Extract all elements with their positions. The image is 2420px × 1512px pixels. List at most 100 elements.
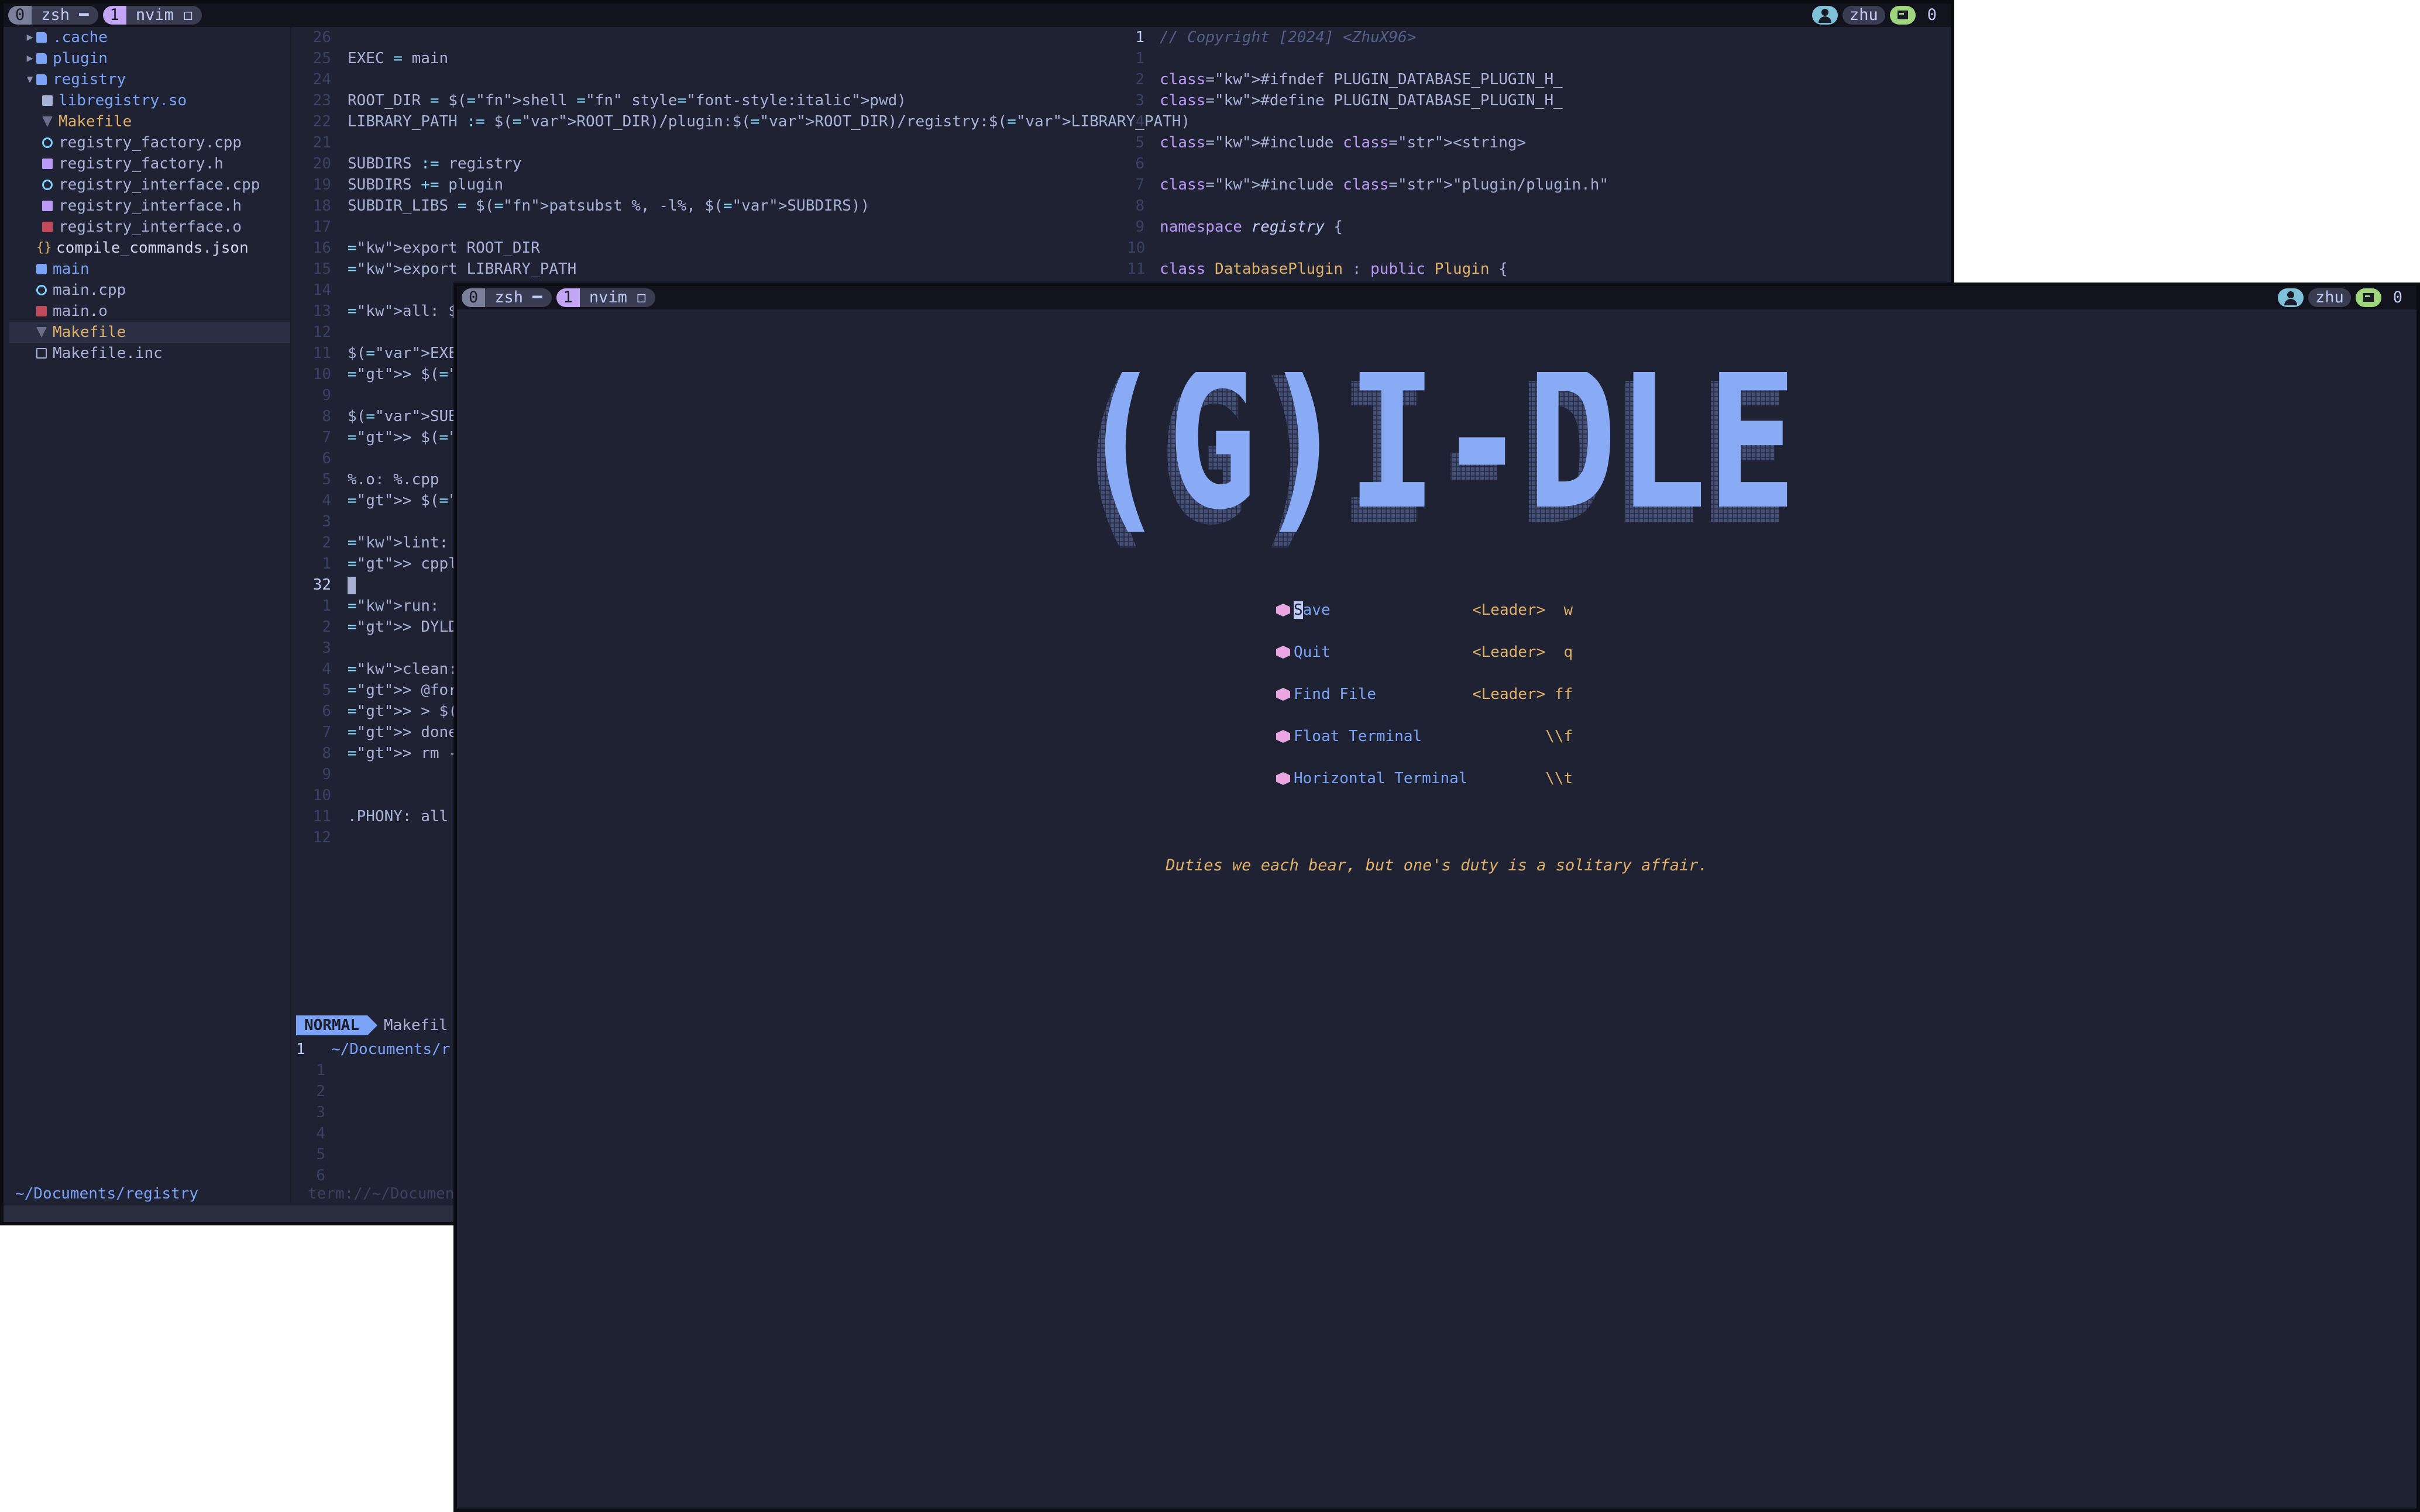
tree-item[interactable]: registry_interface.cpp	[9, 174, 290, 195]
line-number: 21	[312, 134, 331, 151]
file-cpp-icon	[36, 285, 47, 295]
tree-item-label: registry_interface.cpp	[59, 176, 260, 194]
line-number: 9	[1135, 218, 1144, 236]
front-terminal-window[interactable]: 0 zsh ━ 1 nvim ◻ zhu 0 (G)I-DLE (G)I-DLE…	[453, 283, 2420, 1512]
chevron-down-icon[interactable]: ▼	[23, 69, 36, 90]
line-number: 3	[316, 1104, 325, 1121]
file-cpp-icon	[42, 180, 53, 190]
embedded-terminal[interactable]: 1 ~/Documents/r 1 2 3 4 5 6	[296, 1039, 451, 1186]
dashboard-menu-item[interactable]: Quit <Leader> q	[1276, 642, 1573, 663]
chevron-right-icon[interactable]: ▶	[23, 48, 36, 69]
file-inc-icon	[36, 348, 47, 359]
line-number: 1	[296, 1041, 305, 1058]
tmux-window-tab-nvim[interactable]: 1 nvim ◻	[556, 288, 656, 307]
tree-item[interactable]: {} compile_commands.json	[9, 237, 290, 259]
text-cursor	[348, 576, 356, 594]
line-number: 11	[312, 345, 331, 362]
tree-item[interactable]: registry_factory.h	[9, 153, 290, 174]
dashboard-menu-item[interactable]: Horizontal Terminal \\t	[1276, 768, 1573, 789]
dashboard-menu-item[interactable]: Float Terminal \\f	[1276, 726, 1573, 747]
line-number: 5	[316, 1146, 325, 1163]
terminal-line: 2	[296, 1081, 451, 1102]
line-number: 2	[1135, 71, 1144, 88]
tmux-window-tab-zsh[interactable]: 0 zsh ━	[8, 6, 98, 25]
tree-item[interactable]: ▶ plugin	[9, 48, 290, 69]
tree-item[interactable]: Makefile	[9, 111, 290, 132]
line-number: 6	[322, 702, 331, 720]
tmux-window-tab-zsh[interactable]: 0 zsh ━	[462, 288, 552, 307]
line-text	[348, 576, 356, 594]
tree-item[interactable]: ▶ .cache	[9, 27, 290, 48]
line-number: 5	[322, 681, 331, 699]
line-number: 25	[312, 50, 331, 67]
user-icon	[2277, 288, 2304, 307]
line-number: 3	[322, 639, 331, 657]
menu-item-shortcut: <Leader> q	[1472, 643, 1573, 661]
line-number: 15	[312, 260, 331, 278]
tree-item[interactable]: registry_interface.h	[9, 195, 290, 216]
menu-item-label: Quit	[1294, 643, 1331, 661]
file-makefile-icon	[42, 116, 53, 127]
tab-name: zsh ━	[485, 288, 552, 307]
tree-item[interactable]: ▼ registry	[9, 69, 290, 90]
tree-item[interactable]: main	[9, 259, 290, 280]
tab-index: 0	[462, 288, 486, 307]
folder-icon	[36, 32, 47, 43]
package-icon	[1276, 604, 1290, 616]
tree-item[interactable]: main.o	[9, 301, 290, 322]
dashboard-menu-item[interactable]: Save <Leader> w	[1276, 600, 1573, 621]
code-line: 1 // Copyright [2024] <ZhuX96>	[1127, 27, 1608, 48]
line-number: 5	[1135, 134, 1144, 151]
file-o-icon	[42, 222, 53, 232]
tree-item[interactable]: Makefile	[9, 322, 290, 343]
chevron-right-icon[interactable]: ▶	[23, 27, 36, 48]
tree-item[interactable]: registry_factory.cpp	[9, 132, 290, 153]
split-divider[interactable]	[290, 27, 291, 1203]
line-number: 8	[322, 408, 331, 425]
line-number: 6	[316, 1167, 325, 1184]
tree-item[interactable]: main.cpp	[9, 280, 290, 301]
file-o-icon	[36, 306, 47, 316]
line-number: 8	[1135, 197, 1144, 215]
code-line: 25 EXEC = main	[296, 48, 1190, 69]
code-line: 9 namespace registry {	[1127, 216, 1608, 237]
code-line: 2 class="kw">#ifndef PLUGIN_DATABASE_PLUG…	[1127, 69, 1608, 90]
line-text: SUBDIR_LIBS = $(="fn">patsubst %, -l%, $…	[348, 197, 870, 215]
code-line: 17	[296, 216, 1190, 237]
line-text: ="gt">> done	[348, 724, 458, 741]
mode-indicator: NORMAL	[296, 1015, 377, 1035]
tree-item-label: main	[53, 260, 90, 278]
file-json-icon: {}	[36, 240, 52, 255]
line-text: SUBDIRS += plugin	[348, 176, 504, 194]
tmux-status-bar: 0 zsh ━ 1 nvim ◻ zhu 0	[4, 4, 1951, 27]
tree-item[interactable]: registry_interface.o	[9, 216, 290, 237]
line-number: 10	[312, 787, 331, 804]
tree-item[interactable]: Makefile.inc	[9, 343, 290, 364]
line-text: ="kw">run:	[348, 597, 439, 615]
line-number: 1	[1135, 29, 1144, 46]
line-text: class="kw">#include class="str">"plugin/…	[1160, 176, 1609, 194]
logo-art: (G)I-DLE (G)I-DLE	[1071, 372, 1797, 547]
dashboard-menu-item[interactable]: Find File <Leader> ff	[1276, 684, 1573, 705]
tree-item-label: libregistry.so	[59, 92, 187, 109]
line-number: 3	[1135, 92, 1144, 109]
line-number: 17	[312, 218, 331, 236]
tmux-window-tab-nvim[interactable]: 1 nvim ◻	[102, 6, 202, 25]
terminal-path: ~/Documents/r	[331, 1041, 451, 1058]
line-text: EXEC = main	[348, 50, 449, 67]
terminal-line: 3	[296, 1102, 451, 1123]
line-number: 4	[316, 1125, 325, 1142]
tree-item-label: plugin	[53, 50, 108, 67]
code-line: 20 SUBDIRS := registry	[296, 153, 1190, 174]
line-number: 10	[1127, 239, 1146, 257]
dashboard-logo: (G)I-DLE (G)I-DLE	[1071, 372, 1803, 547]
code-line: 26	[296, 27, 1190, 48]
file-so-icon	[42, 95, 53, 106]
header-editor-pane[interactable]: 1 // Copyright [2024] <ZhuX96> 1 2 class="kw…	[1127, 27, 1608, 280]
tree-item[interactable]: libregistry.so	[9, 90, 290, 111]
code-line: 21	[296, 132, 1190, 153]
code-line: 10	[1127, 237, 1608, 259]
line-text: ="kw">export LIBRARY_PATH	[348, 260, 577, 278]
tree-item-label: registry_interface.h	[59, 197, 242, 215]
code-line: 4	[1127, 111, 1608, 132]
